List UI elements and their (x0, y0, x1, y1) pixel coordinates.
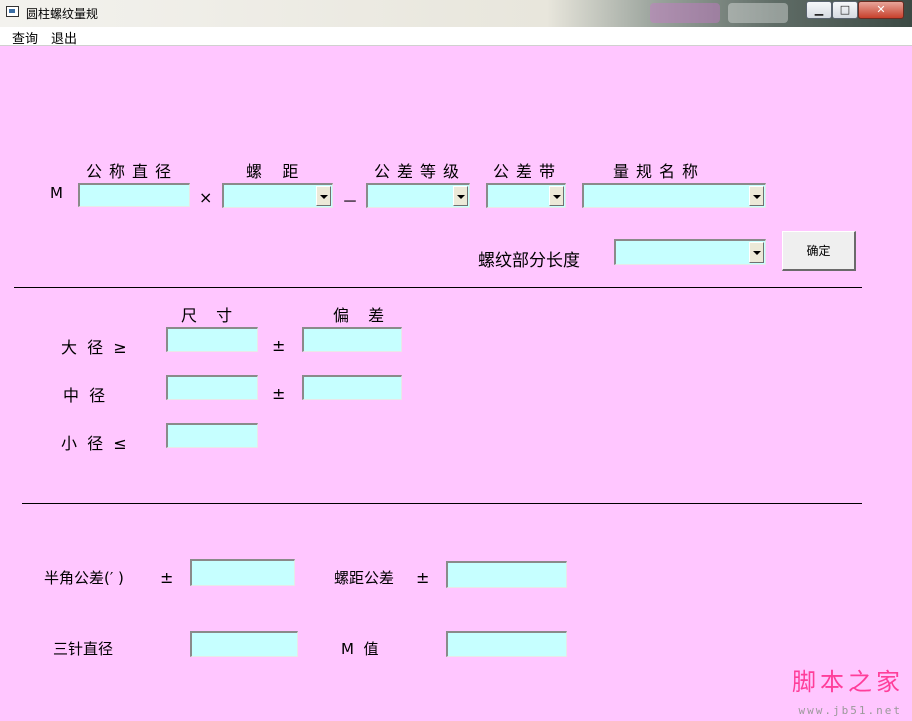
blurred-taskbar-item (650, 3, 720, 23)
pitch-combobox[interactable] (222, 183, 333, 208)
gauge-name-combobox[interactable] (582, 183, 766, 208)
major-diameter-deviation-input[interactable] (302, 327, 402, 352)
confirm-button[interactable]: 确定 (782, 231, 856, 271)
m-value-label: M 值 (341, 640, 379, 658)
maximize-button[interactable]: □ (832, 1, 858, 19)
times-sign: × (199, 188, 213, 207)
chevron-down-icon[interactable] (749, 186, 764, 206)
three-wire-diameter-input[interactable] (190, 631, 298, 657)
title-bar[interactable]: 圆柱螺纹量规 ▁ □ ✕ (0, 0, 912, 27)
menu-query[interactable]: 查询 (12, 28, 38, 47)
chevron-down-icon[interactable] (749, 242, 764, 263)
pitch-tolerance-label: 螺距公差 (334, 569, 395, 587)
dash-sign: － (342, 192, 359, 211)
thread-length-combobox[interactable] (614, 239, 766, 265)
watermark-logo: 脚本之家 (792, 668, 904, 696)
tolerance-zone-label: 公差带 (493, 162, 563, 181)
chevron-down-icon[interactable] (316, 186, 331, 206)
blurred-taskbar-item (728, 3, 788, 23)
pitch-diameter-label: 中 径 (63, 386, 106, 405)
nominal-diameter-label: 公称直径 (86, 162, 179, 181)
divider-top (14, 287, 862, 288)
watermark-url: www.jb51.net (798, 704, 902, 717)
pitch-diameter-size-input[interactable] (166, 375, 258, 400)
minimize-button[interactable]: ▁ (806, 1, 832, 19)
plus-minus-sign: ± (160, 568, 174, 587)
divider-bottom (22, 503, 862, 504)
menu-exit[interactable]: 退出 (51, 28, 77, 47)
half-angle-tolerance-input[interactable] (190, 559, 295, 586)
m-value-input[interactable] (446, 631, 567, 657)
three-wire-diameter-label: 三针直径 (53, 640, 114, 658)
deviation-header: 偏 差 (333, 306, 392, 325)
half-angle-tolerance-label: 半角公差(′ ) (44, 569, 124, 587)
plus-minus-sign: ± (272, 336, 286, 355)
app-window: 圆柱螺纹量规 ▁ □ ✕ 查询 退出 公称直径 螺 距 公差等级 公差带 量规名… (0, 0, 912, 721)
minimize-icon: ▁ (814, 3, 824, 16)
chevron-down-icon[interactable] (549, 186, 564, 206)
major-diameter-label: 大 径 ≥ (61, 338, 127, 357)
pitch-diameter-deviation-input[interactable] (302, 375, 402, 400)
minor-diameter-size-input[interactable] (166, 423, 258, 448)
nominal-diameter-input[interactable] (78, 183, 190, 207)
thread-length-label: 螺纹部分长度 (478, 251, 580, 271)
window-title: 圆柱螺纹量规 (26, 7, 99, 21)
major-diameter-size-input[interactable] (166, 327, 258, 352)
pitch-label: 螺 距 (246, 162, 299, 181)
menu-bar: 查询 退出 (0, 27, 912, 47)
tolerance-grade-label: 公差等级 (374, 162, 467, 181)
plus-minus-sign: ± (272, 384, 286, 403)
tolerance-grade-combobox[interactable] (366, 183, 470, 208)
pitch-tolerance-input[interactable] (446, 561, 567, 588)
size-header: 尺 寸 (181, 306, 240, 325)
gauge-name-label: 量规名称 (613, 162, 706, 181)
form-area: 公称直径 螺 距 公差等级 公差带 量规名称 M × － 螺纹部分长度 确定 尺… (6, 46, 906, 716)
close-button[interactable]: ✕ (858, 1, 904, 19)
close-icon: ✕ (876, 3, 886, 16)
thread-prefix-label: M (50, 184, 63, 202)
app-window-icon[interactable] (6, 6, 19, 17)
minor-diameter-label: 小 径 ≤ (61, 434, 127, 453)
maximize-icon: □ (839, 3, 851, 16)
chevron-down-icon[interactable] (453, 186, 468, 206)
plus-minus-sign: ± (416, 568, 430, 587)
tolerance-zone-combobox[interactable] (486, 183, 566, 208)
